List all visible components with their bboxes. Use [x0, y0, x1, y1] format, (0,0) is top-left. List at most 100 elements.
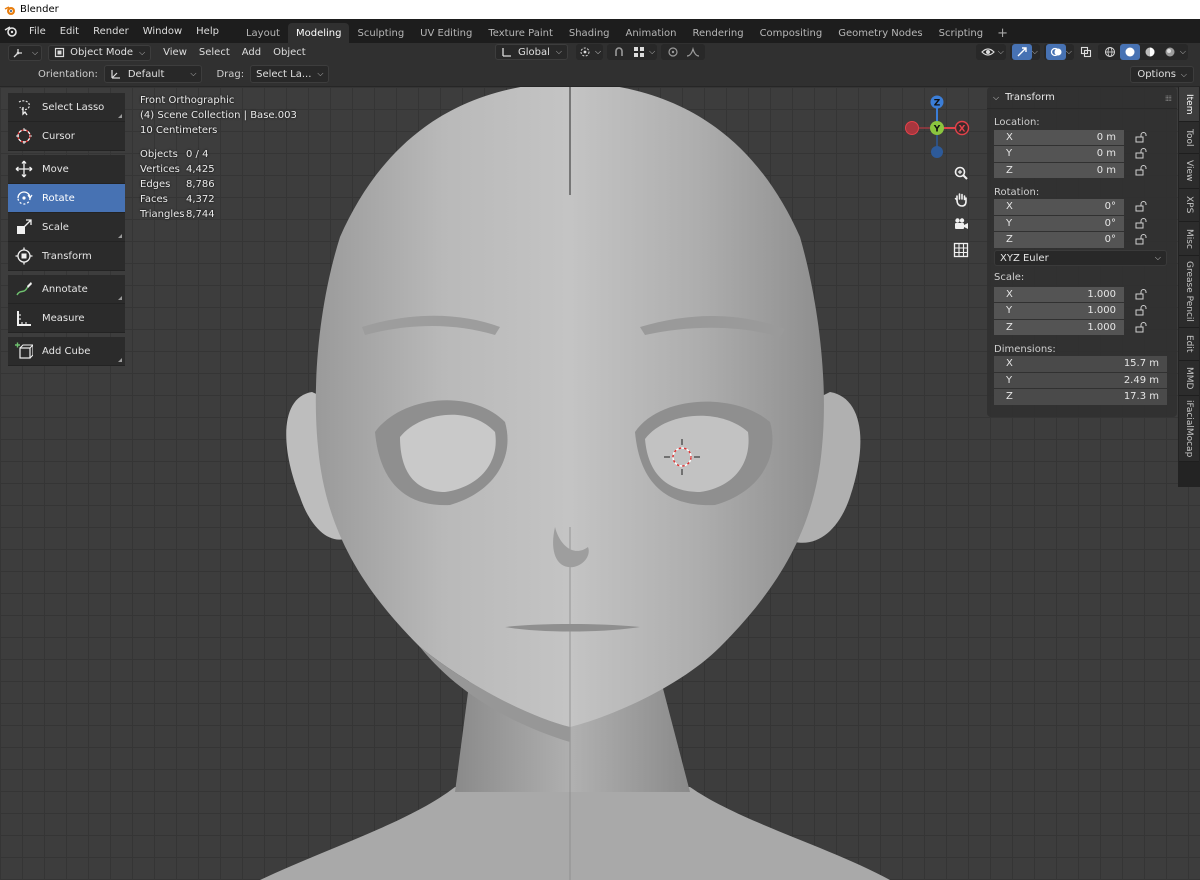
orientation-axes-icon [502, 48, 511, 57]
transform-panel-header[interactable]: ⌵ Transform ⁞⁞⁞⁞ [987, 87, 1177, 109]
sidebar-tab-edit[interactable]: Edit [1179, 328, 1199, 361]
tool-annotate[interactable]: Annotate [8, 275, 125, 304]
sidebar-tab-xps[interactable]: XPS [1179, 189, 1199, 222]
options-button[interactable]: Options ⌵ [1130, 66, 1194, 83]
orientation-dropdown[interactable]: Default ⌵ [103, 65, 203, 83]
solid-shading-icon[interactable] [1119, 44, 1140, 60]
menu-object[interactable]: Object [267, 47, 312, 58]
mode-dropdown[interactable]: Object Mode ⌵ [48, 44, 152, 61]
add-workspace-icon[interactable]: + [991, 23, 1014, 43]
lock-icon[interactable] [1130, 321, 1152, 333]
blender-menu-icon[interactable] [0, 25, 22, 37]
dimensions-x-field[interactable]: X 15.7 m [994, 356, 1167, 372]
dimensions-y-field[interactable]: Y 2.49 m [994, 372, 1167, 388]
gizmo-toggle-icon[interactable] [1011, 44, 1032, 60]
snap-increment-icon[interactable] [629, 44, 649, 60]
lock-icon[interactable] [1130, 148, 1152, 159]
drag-dropdown[interactable]: Select La... ⌵ [250, 65, 330, 83]
tool-add-cube[interactable]: Add Cube [8, 337, 125, 366]
tab-modeling[interactable]: Modeling [287, 23, 350, 43]
sidebar-tab-mmd[interactable]: MMD [1179, 361, 1199, 396]
tab-texture-paint[interactable]: Texture Paint [480, 23, 561, 43]
scale-x-field[interactable]: X 1.000 [994, 286, 1124, 302]
tab-uv-editing[interactable]: UV Editing [412, 23, 480, 43]
tool-cursor[interactable]: Cursor [8, 122, 125, 151]
tool-transform[interactable]: Transform [8, 242, 125, 271]
zoom-view-button[interactable] [950, 162, 972, 184]
camera-view-button[interactable] [950, 213, 972, 235]
tool-rotate[interactable]: Rotate [8, 184, 125, 213]
menu-view[interactable]: View [157, 47, 193, 58]
location-x-field[interactable]: X 0 m [994, 129, 1124, 145]
menu-add[interactable]: Add [236, 47, 267, 58]
tool-move[interactable]: Move [8, 155, 125, 184]
menu-select[interactable]: Select [193, 47, 236, 58]
tab-shading[interactable]: Shading [561, 23, 618, 43]
snap-toggle-icon[interactable] [609, 44, 629, 60]
tool-measure[interactable]: Measure [8, 304, 125, 333]
orientation-label: Global [518, 46, 550, 58]
field-value: 1.000 [1087, 305, 1116, 317]
proportional-editing-icon[interactable] [663, 44, 683, 60]
menu-edit[interactable]: Edit [53, 21, 86, 41]
toggle-perspective-button[interactable] [950, 239, 972, 261]
rendered-shading-icon[interactable] [1160, 44, 1180, 60]
gizmo-neg-z-axis[interactable] [931, 146, 943, 158]
rotation-mode-dropdown[interactable]: XYZ Euler ⌵ [994, 250, 1167, 266]
tab-scripting[interactable]: Scripting [931, 23, 991, 43]
sidebar-tab-item[interactable]: Item [1179, 87, 1199, 122]
lock-icon[interactable] [1130, 288, 1152, 300]
menu-window[interactable]: Window [136, 21, 189, 41]
dimensions-z-field[interactable]: Z 17.3 m [994, 389, 1167, 405]
editor-type-dropdown[interactable]: ⌵ [8, 44, 43, 61]
axis-label: Y [1006, 148, 1013, 160]
field-value: 2.49 m [1123, 374, 1159, 386]
sidebar-tab-misc[interactable]: Misc [1179, 222, 1199, 256]
lock-icon[interactable] [1130, 201, 1152, 212]
xray-toggle-icon[interactable] [1076, 44, 1096, 60]
sidebar-tab-tool[interactable]: Tool [1179, 122, 1199, 154]
collection-info: (4) Scene Collection | Base.003 [140, 110, 297, 121]
rotation-z-field[interactable]: Z 0° [994, 232, 1124, 248]
sidebar-tab-view[interactable]: View [1179, 154, 1199, 189]
sidebar-tab-ifacialmocap[interactable]: iFacialMocap [1179, 396, 1199, 462]
location-z-field[interactable]: Z 0 m [994, 162, 1124, 178]
wireframe-shading-icon[interactable] [1100, 44, 1120, 60]
field-value: 0 m [1096, 164, 1116, 176]
scale-y-field[interactable]: Y 1.000 [994, 303, 1124, 319]
tool-select-lasso[interactable]: Select Lasso [8, 93, 125, 122]
lock-icon[interactable] [1130, 217, 1152, 229]
transform-orientation-dropdown[interactable]: Global ⌵ [495, 44, 568, 60]
tool-scale[interactable]: Scale [8, 213, 125, 242]
gizmo-x-axis[interactable] [905, 121, 919, 135]
navigation-gizmo[interactable]: Z X Y [900, 92, 980, 162]
pan-view-button[interactable] [950, 188, 972, 210]
falloff-curve-icon[interactable] [683, 44, 703, 60]
more-tools-indicator [118, 234, 122, 238]
sidebar-tab-grease-pencil[interactable]: Grease Pencil [1179, 256, 1199, 328]
chevron-down-icon: ⌵ [594, 47, 602, 56]
tab-animation[interactable]: Animation [618, 23, 685, 43]
drag-grip-icon[interactable]: ⁞⁞⁞⁞ [1165, 94, 1172, 103]
visibility-eye-icon[interactable] [978, 44, 998, 60]
tab-rendering[interactable]: Rendering [684, 23, 751, 43]
lock-icon[interactable] [1130, 234, 1152, 245]
menu-help[interactable]: Help [189, 21, 226, 41]
tab-sculpting[interactable]: Sculpting [349, 23, 412, 43]
menu-render[interactable]: Render [86, 21, 136, 41]
lock-icon[interactable] [1130, 164, 1152, 176]
location-y-field[interactable]: Y 0 m [994, 146, 1124, 162]
overlays-toggle-icon[interactable] [1045, 44, 1066, 60]
lock-icon[interactable] [1130, 131, 1152, 143]
menu-file[interactable]: File [22, 21, 53, 41]
material-shading-icon[interactable] [1140, 44, 1160, 60]
tab-geometry-nodes[interactable]: Geometry Nodes [830, 23, 930, 43]
tab-layout[interactable]: Layout [238, 23, 288, 43]
rotation-x-field[interactable]: X 0° [994, 199, 1124, 215]
tab-compositing[interactable]: Compositing [752, 23, 831, 43]
lock-icon[interactable] [1130, 305, 1152, 316]
rotation-y-field[interactable]: Y 0° [994, 215, 1124, 231]
scale-z-field[interactable]: Z 1.000 [994, 319, 1124, 335]
pivot-point-dropdown[interactable]: ⌵ [575, 44, 604, 60]
tool-shelf: Select Lasso Cursor Move Rotate Scale Tr… [8, 93, 125, 370]
